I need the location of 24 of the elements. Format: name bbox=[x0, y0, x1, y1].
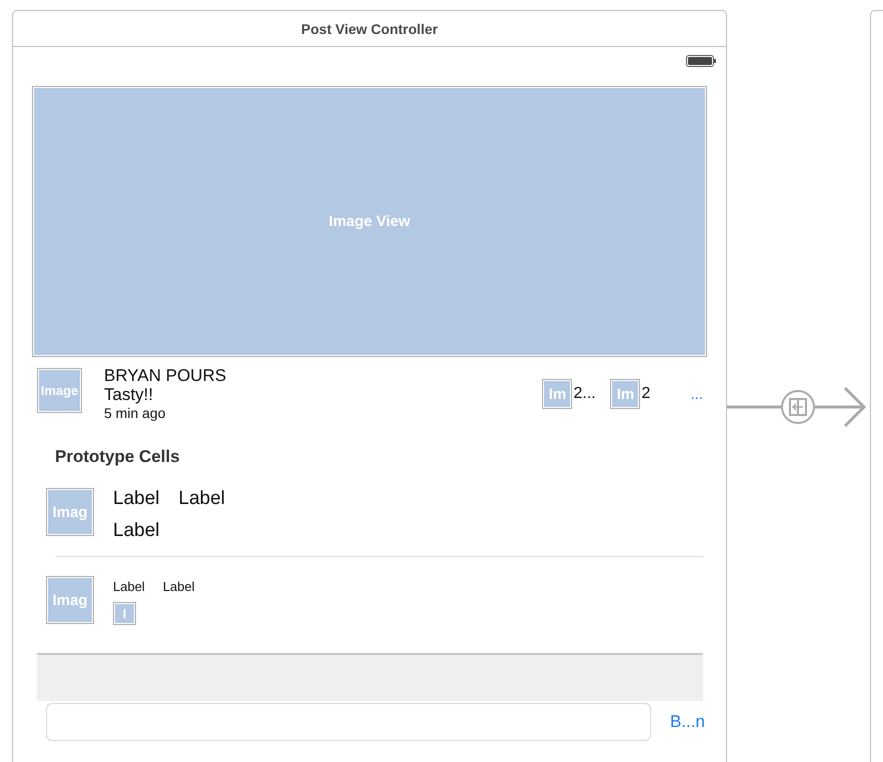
author-name: BRYAN POURS bbox=[104, 367, 228, 385]
more-button[interactable]: ... bbox=[690, 386, 703, 402]
cell-label: Label bbox=[178, 487, 225, 511]
stat-count: 2... bbox=[573, 385, 596, 403]
placeholder-label: Imag bbox=[52, 504, 88, 520]
cell-label: Label bbox=[162, 578, 195, 596]
scene-title: Post View Controller bbox=[13, 11, 726, 47]
placeholder-label: Im bbox=[548, 386, 566, 402]
post-time: 5 min ago bbox=[104, 405, 166, 421]
cell-label: Label bbox=[113, 487, 160, 511]
stat-count: 2 bbox=[641, 385, 650, 403]
input-field[interactable] bbox=[46, 703, 651, 741]
send-button[interactable]: B...n bbox=[670, 712, 705, 732]
placeholder-label: I bbox=[122, 606, 126, 621]
segue-arrow[interactable] bbox=[727, 385, 869, 429]
post-caption: Tasty!! bbox=[104, 385, 154, 405]
image-view-label: Image View bbox=[328, 213, 410, 230]
battery-icon bbox=[686, 55, 716, 67]
placeholder-label: Imag bbox=[52, 592, 88, 608]
cell-label: Label bbox=[113, 519, 160, 543]
placeholder-label: Im bbox=[616, 386, 634, 402]
cell-label: Label bbox=[113, 578, 145, 596]
placeholder-label: Image bbox=[40, 383, 78, 398]
section-heading: Prototype Cells bbox=[54, 446, 181, 468]
